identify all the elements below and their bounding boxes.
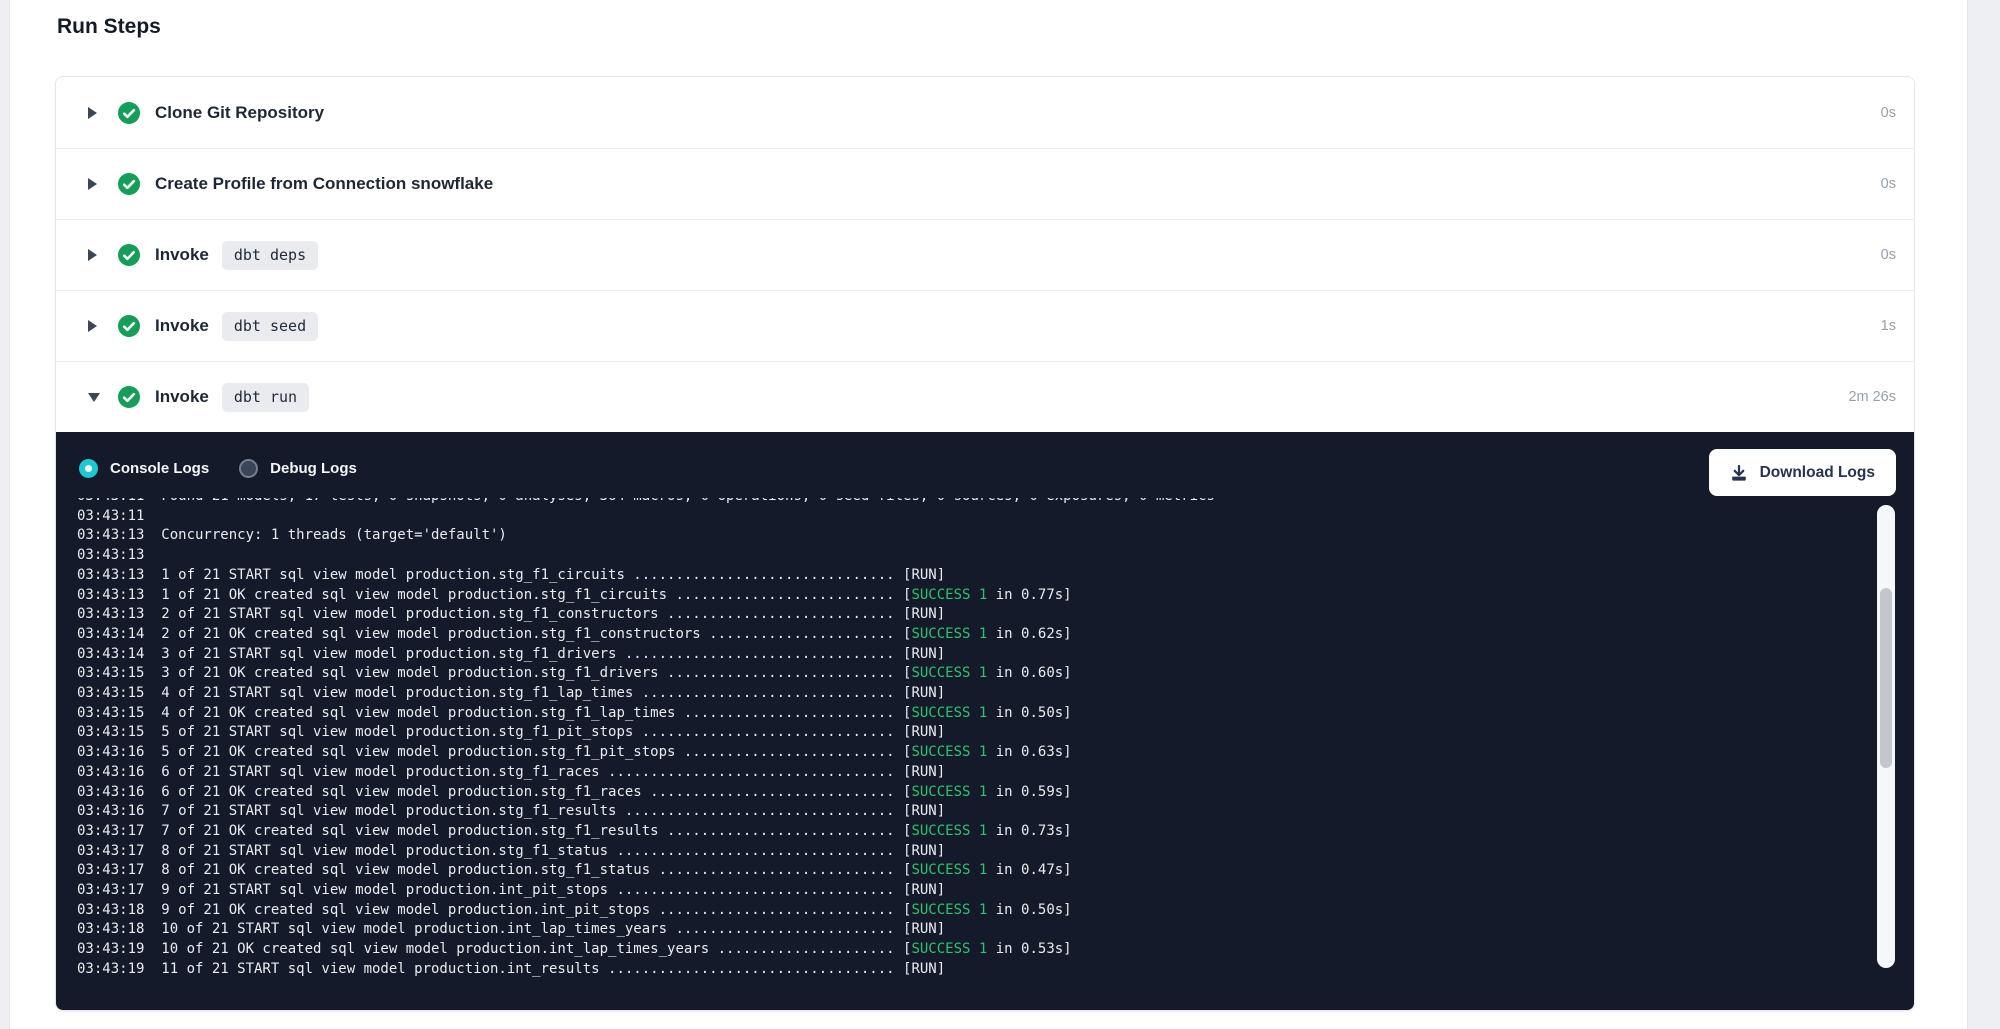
log-line: 03:43:17 8 of 21 START sql view model pr… [77,842,1862,862]
left-gutter [0,0,10,1029]
step-label: Invoke [155,316,209,336]
log-line: 03:43:14 3 of 21 START sql view model pr… [77,645,1862,665]
run-step-row[interactable]: Clone Git Repository 0s [56,77,1914,148]
step-command-badge: dbt seed [222,312,318,341]
log-line: 03:43:16 6 of 21 START sql view model pr… [77,763,1862,783]
expand-caret-icon[interactable] [88,249,97,261]
log-line: 03:43:19 11 of 21 START sql view model p… [77,960,1862,980]
log-line: 03:43:19 10 of 21 OK created sql view mo… [77,940,1862,960]
debug-logs-radio[interactable] [239,459,258,478]
collapse-caret-icon[interactable] [88,393,100,402]
console-scrollbar-thumb[interactable] [1880,588,1892,768]
console-logs-radio-label[interactable]: Console Logs [110,460,209,477]
run-step-row[interactable]: Invoke dbt deps 0s [56,219,1914,290]
download-logs-button[interactable]: Download Logs [1709,449,1896,496]
console-panel: Console Logs Debug Logs Download Logs 03:… [56,432,1914,1010]
log-line: 03:43:13 1 of 21 OK created sql view mod… [77,586,1862,606]
expand-caret-icon[interactable] [88,320,97,332]
success-check-icon [118,315,140,337]
log-line: 03:43:13 1 of 21 START sql view model pr… [77,566,1862,586]
log-type-radio-group: Console Logs Debug Logs [79,459,357,478]
step-duration: 1s [1881,318,1896,334]
log-line: 03:43:16 6 of 21 OK created sql view mod… [77,783,1862,803]
expand-caret-icon[interactable] [88,178,97,190]
log-line: 03:43:15 5 of 21 START sql view model pr… [77,723,1862,743]
log-line: 03:43:17 9 of 21 START sql view model pr… [77,881,1862,901]
run-steps-list: Clone Git Repository0sCreate Profile fro… [56,77,1914,432]
page-title: Run Steps [57,15,161,39]
log-line: 03:43:17 7 of 21 OK created sql view mod… [77,822,1862,842]
step-label: Create Profile from Connection snowflake [155,174,493,194]
success-check-icon [118,173,140,195]
log-line: 03:43:16 7 of 21 START sql view model pr… [77,802,1862,822]
log-line: 03:43:18 9 of 21 OK created sql view mod… [77,901,1862,921]
run-steps-card: Clone Git Repository0sCreate Profile fro… [55,76,1915,1011]
step-label: Invoke [155,245,209,265]
step-duration: 0s [1881,105,1896,121]
debug-logs-radio-option[interactable]: Debug Logs [239,459,357,478]
console-log-output: 03:43:11 Found 21 models, 17 tests, 0 sn… [77,498,1862,996]
step-duration: 0s [1881,247,1896,263]
step-label: Invoke [155,387,209,407]
step-command-badge: dbt deps [222,241,318,270]
log-lines: 03:43:11 Found 21 models, 17 tests, 0 sn… [77,498,1862,980]
debug-logs-radio-label[interactable]: Debug Logs [270,460,357,477]
expand-caret-icon[interactable] [88,107,97,119]
console-logs-radio[interactable] [79,459,98,478]
run-step-row[interactable]: Invoke dbt run 2m 26s [56,361,1914,432]
step-command-badge: dbt run [222,383,309,412]
run-step-row[interactable]: Invoke dbt seed 1s [56,290,1914,361]
step-duration: 0s [1881,176,1896,192]
log-line: 03:43:15 4 of 21 OK created sql view mod… [77,704,1862,724]
log-line: 03:43:15 4 of 21 START sql view model pr… [77,684,1862,704]
log-line: 03:43:11 [77,507,1862,527]
log-line: 03:43:11 Found 21 models, 17 tests, 0 sn… [77,498,1862,507]
log-line: 03:43:17 8 of 21 OK created sql view mod… [77,861,1862,881]
log-line: 03:43:15 3 of 21 OK created sql view mod… [77,664,1862,684]
download-logs-label: Download Logs [1760,464,1875,482]
page: Run Steps Clone Git Repository0sCreate P… [0,0,2000,1029]
console-logs-radio-option[interactable]: Console Logs [79,459,209,478]
right-gutter [1967,0,2000,1029]
download-icon [1730,464,1748,482]
log-line: 03:43:13 [77,546,1862,566]
success-check-icon [118,102,140,124]
log-line: 03:43:16 5 of 21 OK created sql view mod… [77,743,1862,763]
step-duration: 2m 26s [1848,389,1896,405]
log-line: 03:43:14 2 of 21 OK created sql view mod… [77,625,1862,645]
console-scrollbar[interactable] [1877,505,1895,968]
log-line: 03:43:13 2 of 21 START sql view model pr… [77,605,1862,625]
run-step-row[interactable]: Create Profile from Connection snowflake… [56,148,1914,219]
step-label: Clone Git Repository [155,103,324,123]
log-line: 03:43:13 Concurrency: 1 threads (target=… [77,526,1862,546]
success-check-icon [118,386,140,408]
success-check-icon [118,244,140,266]
log-line: 03:43:18 10 of 21 START sql view model p… [77,920,1862,940]
